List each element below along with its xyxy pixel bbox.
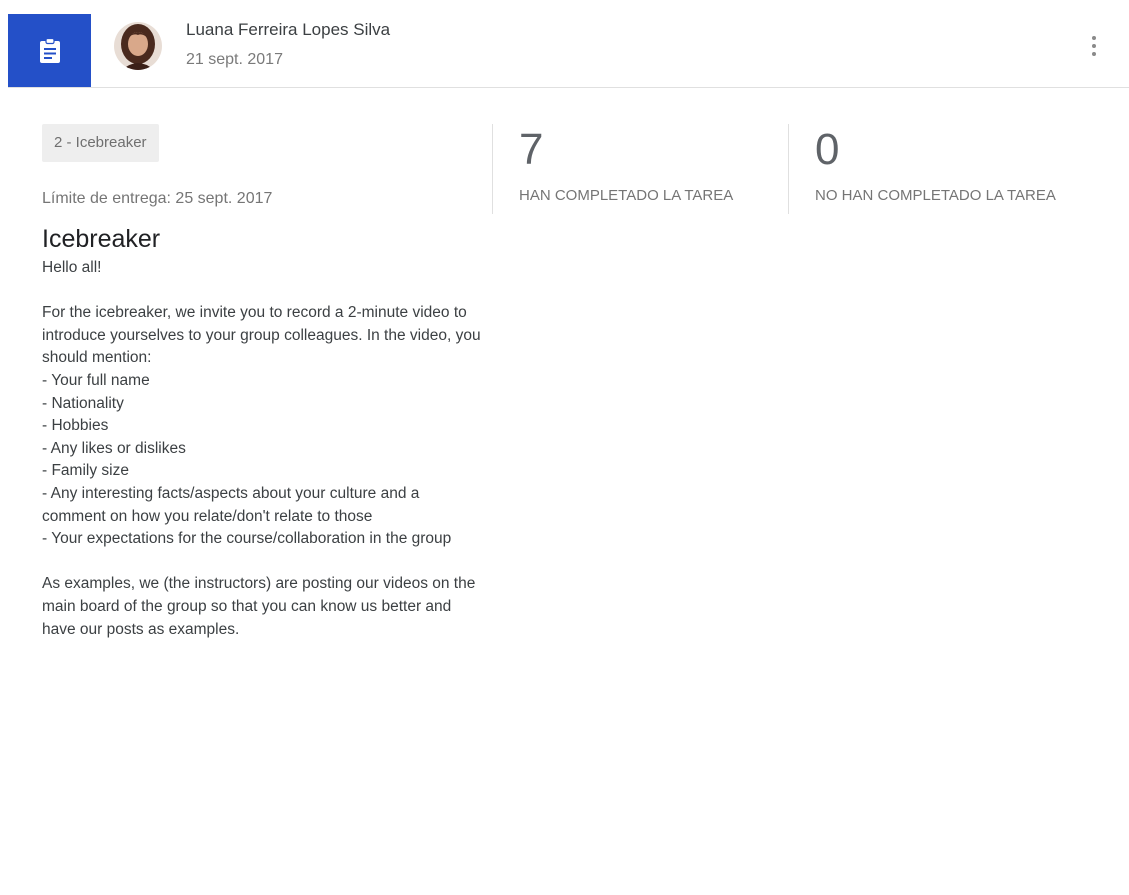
avatar[interactable] [114, 22, 162, 70]
description-greeting: Hello all! [42, 259, 102, 276]
description-item: - Your full name [42, 371, 150, 389]
description-intro: For the icebreaker, we invite you to rec… [42, 304, 485, 367]
completed-stat[interactable]: 7 HAN COMPLETADO LA TAREA [492, 124, 788, 214]
assignment-title: Icebreaker [42, 225, 161, 253]
not-completed-count: 0 [815, 125, 840, 174]
more-options-button[interactable] [1078, 26, 1110, 66]
assignment-details: 2 - Icebreaker Límite de entrega: 25 sep… [42, 124, 482, 641]
not-completed-stat[interactable]: 0 NO HAN COMPLETADO LA TAREA [788, 124, 1108, 214]
post-header: Luana Ferreira Lopes Silva 21 sept. 2017 [8, 14, 1129, 88]
description-item: - Your expectations for the course/colla… [42, 530, 452, 548]
description-item: - Family size [42, 462, 129, 480]
assignment-icon [39, 37, 60, 63]
description-closing: As examples, we (the instructors) are po… [42, 575, 480, 638]
description-item: - Any interesting facts/aspects about yo… [42, 484, 424, 525]
description-item: - Nationality [42, 394, 124, 412]
avatar-photo [114, 22, 162, 70]
due-date: Límite de entrega: 25 sept. 2017 [42, 190, 273, 207]
completed-label: HAN COMPLETADO LA TAREA [519, 187, 734, 204]
post-date: 21 sept. 2017 [186, 51, 283, 68]
completed-count: 7 [519, 125, 544, 174]
assignment-badge [8, 14, 91, 87]
author-name[interactable]: Luana Ferreira Lopes Silva [186, 20, 390, 40]
not-completed-label: NO HAN COMPLETADO LA TAREA [815, 187, 1056, 204]
assignment-description: Hello all! For the icebreaker, we invite… [42, 257, 482, 641]
topic-chip[interactable]: 2 - Icebreaker [42, 124, 159, 162]
more-vert-icon [1092, 36, 1096, 56]
description-item: - Any likes or dislikes [42, 439, 186, 457]
description-item: - Hobbies [42, 417, 109, 435]
